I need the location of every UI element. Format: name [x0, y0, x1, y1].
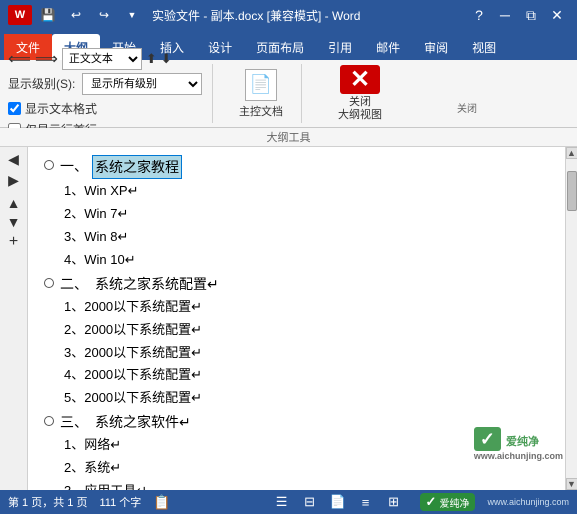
page-count: 第 1 页，共 1 页: [8, 494, 87, 510]
view-btn-1[interactable]: ☰: [272, 493, 292, 511]
status-right: ☰ ⊟ 📄 ≡ ⊞ ✓ 爱纯净 www.aichunjing.com: [272, 493, 569, 511]
bullet-circle-12: [44, 416, 54, 426]
outline-text-7: 1、2000以下系统配置↵: [64, 297, 202, 318]
undo-btn[interactable]: ↩: [64, 5, 88, 25]
outline-item-15[interactable]: 3、应用工具↵: [64, 481, 549, 490]
word-logo: W: [8, 5, 32, 25]
tab-view[interactable]: 视图: [460, 34, 508, 60]
outline-text-10: 4、2000以下系统配置↵: [64, 365, 202, 386]
maximize-btn[interactable]: ⧉: [519, 5, 543, 25]
scroll-thumb[interactable]: [567, 171, 577, 211]
indent-increase-btn[interactable]: ⟸: [8, 49, 31, 69]
bullet-circle-1: [44, 160, 54, 170]
status-bar: 第 1 页，共 1 页 111 个字 📋 ☰ ⊟ 📄 ≡ ⊞ ✓ 爱纯净 www…: [0, 490, 577, 514]
website-url: www.aichunjing.com: [487, 497, 569, 507]
outline-text-5: 4、Win 10↵: [64, 250, 136, 271]
window-title: 实验文件 - 副本.docx [兼容模式] - Word: [152, 7, 360, 24]
outline-item-1[interactable]: 一、 系统之家教程: [44, 155, 549, 179]
outline-text-12: 三、 系统之家软件↵: [60, 411, 191, 433]
expand-btn[interactable]: ▼: [7, 214, 21, 230]
outline-bullet-prefix-1: 一、: [60, 155, 88, 177]
main-doc-button[interactable]: 📄 主控文档: [231, 68, 291, 120]
show-format-label: 显示文本格式: [25, 100, 97, 117]
style-select[interactable]: 正文文本: [62, 48, 142, 70]
view-btn-4[interactable]: ≡: [356, 493, 376, 511]
level-label: 显示级别(S):: [8, 75, 78, 92]
nav-forward-btn[interactable]: ▶: [8, 172, 19, 189]
minimize-btn[interactable]: ─: [493, 5, 517, 25]
outline-item-11[interactable]: 5、2000以下系统配置↵: [64, 388, 549, 409]
outline-text-11: 5、2000以下系统配置↵: [64, 388, 202, 409]
outline-text-9: 3、2000以下系统配置↵: [64, 343, 202, 364]
add-item-btn[interactable]: +: [9, 233, 18, 251]
show-format-checkbox[interactable]: [8, 102, 21, 115]
outline-item-4[interactable]: 3、Win 8↵: [64, 227, 549, 248]
close-outline-button[interactable]: ✕ 关闭大纲视图: [320, 68, 400, 120]
close-btn[interactable]: ✕: [545, 5, 569, 25]
outline-item-8[interactable]: 2、2000以下系统配置↵: [64, 320, 549, 341]
move-up-btn[interactable]: ⬆: [146, 51, 157, 67]
main-doc-label: 主控文档: [239, 103, 283, 119]
level-select[interactable]: 显示所有级别: [82, 73, 202, 95]
collapse-btn[interactable]: ▲: [7, 195, 21, 211]
outline-item-7[interactable]: 1、2000以下系统配置↵: [64, 297, 549, 318]
left-margin: ◀ ▶ ▲ ▼ +: [0, 147, 28, 490]
window-controls: ? ─ ⧉ ✕: [467, 5, 569, 25]
outline-text-8: 2、2000以下系统配置↵: [64, 320, 202, 341]
redo-btn[interactable]: ↪: [92, 5, 116, 25]
outline-text-4: 3、Win 8↵: [64, 227, 128, 248]
outline-text-6: 二、 系统之家系统配置↵: [60, 273, 219, 295]
status-icon-1: 📋: [153, 494, 170, 511]
app-window: W 💾 ↩ ↪ ▼ 实验文件 - 副本.docx [兼容模式] - Word ?…: [0, 0, 577, 514]
watermark-status: ✓ 爱纯净: [420, 493, 476, 511]
outline-text-15: 3、应用工具↵: [64, 481, 147, 490]
tab-mailing[interactable]: 邮件: [364, 34, 412, 60]
ribbon-content: ⟸ ⟹ 正文文本 ⬆ ⬇ 显示级别(S): 显示所有级别: [0, 60, 577, 128]
nav-back-btn[interactable]: ◀: [8, 151, 19, 168]
main-doc-icon: 📄: [245, 69, 277, 101]
outline-item-5[interactable]: 4、Win 10↵: [64, 250, 549, 271]
outline-item-13[interactable]: 1、网络↵: [64, 435, 549, 456]
document-area[interactable]: 一、 系统之家教程 1、Win XP↵ 2、Win 7↵ 3、Win 8↵ 4、…: [28, 147, 565, 490]
customize-qa[interactable]: ▼: [120, 5, 144, 25]
outline-text-13: 1、网络↵: [64, 435, 121, 456]
scroll-up-btn[interactable]: ▲: [566, 147, 577, 159]
indent-decrease-btn[interactable]: ⟹: [35, 49, 58, 69]
scrollbar[interactable]: ▲ ▼: [565, 147, 577, 490]
help-btn[interactable]: ?: [467, 5, 491, 25]
save-btn[interactable]: 💾: [36, 5, 60, 25]
outline-item-10[interactable]: 4、2000以下系统配置↵: [64, 365, 549, 386]
outline-item-9[interactable]: 3、2000以下系统配置↵: [64, 343, 549, 364]
outline-item-14[interactable]: 2、系统↵: [64, 458, 549, 479]
outline-text-14: 2、系统↵: [64, 458, 121, 479]
view-btn-5[interactable]: ⊞: [384, 493, 404, 511]
view-btn-3[interactable]: 📄: [328, 493, 348, 511]
tab-references[interactable]: 引用: [316, 34, 364, 60]
quick-access-toolbar: W 💾 ↩ ↪ ▼: [8, 5, 144, 25]
toolbar-section-label: 大纲工具: [0, 128, 577, 147]
outline-text-1-selected: 系统之家教程: [92, 155, 182, 179]
main-area: ◀ ▶ ▲ ▼ + 一、 系统之家教程 1、Win XP↵ 2、Win 7↵: [0, 147, 577, 490]
outline-text-3: 2、Win 7↵: [64, 204, 128, 225]
title-bar: W 💾 ↩ ↪ ▼ 实验文件 - 副本.docx [兼容模式] - Word ?…: [0, 0, 577, 30]
scroll-down-btn[interactable]: ▼: [566, 478, 577, 490]
word-count: 111 个字: [99, 494, 141, 510]
tab-design[interactable]: 设计: [196, 34, 244, 60]
close-x-icon: ✕: [340, 65, 380, 94]
move-down-btn[interactable]: ⬇: [161, 51, 172, 67]
close-outline-label: 关闭大纲视图: [338, 96, 382, 122]
tab-review[interactable]: 审阅: [412, 34, 460, 60]
close-group-label: 关闭: [457, 100, 477, 115]
tab-page-layout[interactable]: 页面布局: [244, 34, 316, 60]
view-btn-2[interactable]: ⊟: [300, 493, 320, 511]
outline-item-6[interactable]: 二、 系统之家系统配置↵: [44, 273, 549, 295]
outline-item-2[interactable]: 1、Win XP↵: [64, 181, 549, 202]
outline-text-2: 1、Win XP↵: [64, 181, 138, 202]
outline-item-12[interactable]: 三、 系统之家软件↵: [44, 411, 549, 433]
bullet-circle-6: [44, 278, 54, 288]
outline-item-3[interactable]: 2、Win 7↵: [64, 204, 549, 225]
